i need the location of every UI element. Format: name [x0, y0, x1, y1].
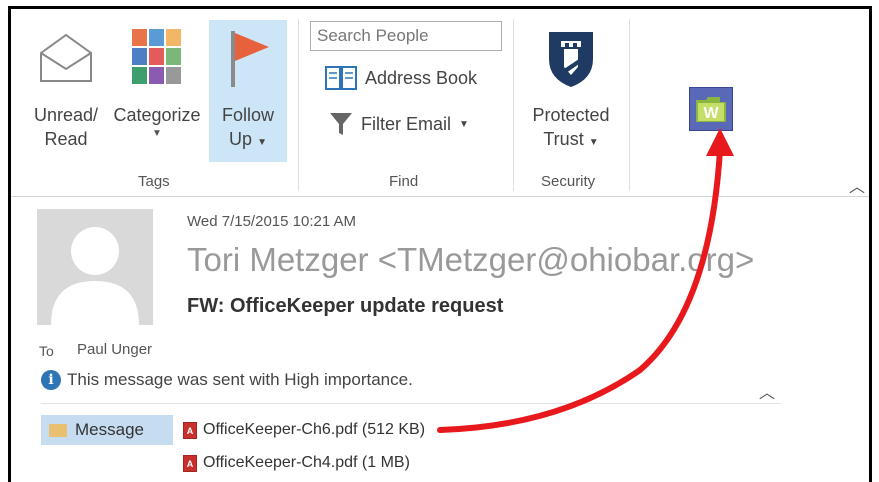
- shield-icon: [549, 32, 593, 87]
- ribbon-collapse-icon[interactable]: ︿: [849, 173, 865, 197]
- header-collapse-icon[interactable]: ︿: [759, 379, 775, 403]
- divider: [629, 19, 630, 191]
- outlook-window: Unread/ Read Categorize ▼ Follow Up ▼ Ta…: [8, 6, 872, 482]
- follow-up-button[interactable]: Follow Up ▼: [209, 29, 287, 155]
- message-tab[interactable]: Message: [41, 415, 173, 445]
- ribbon: Unread/ Read Categorize ▼ Follow Up ▼ Ta…: [11, 9, 869, 197]
- to-label: To: [39, 343, 54, 359]
- filter-email-label: Filter Email: [361, 113, 452, 134]
- message-subject: FW: OfficeKeeper update request: [187, 295, 504, 317]
- filter-email-button[interactable]: Filter Email ▼: [329, 111, 469, 137]
- divider: [41, 403, 781, 404]
- envelope-icon: [49, 423, 67, 437]
- svg-text:W: W: [703, 105, 719, 122]
- attachment-item[interactable]: A OfficeKeeper-Ch4.pdf (1 MB): [183, 454, 410, 472]
- protected-trust-label-1: Protected: [532, 105, 610, 125]
- w-addin-icon[interactable]: W: [689, 87, 733, 131]
- person-silhouette-icon: [51, 227, 139, 325]
- avatar: [37, 209, 153, 325]
- attachment-name: OfficeKeeper-Ch6.pdf (512 KB): [203, 421, 426, 438]
- protected-trust-button[interactable]: Protected Trust ▼: [521, 29, 621, 155]
- attachment-item[interactable]: A OfficeKeeper-Ch6.pdf (512 KB): [183, 421, 425, 439]
- unread-read-label-1: Unread/: [33, 105, 99, 125]
- group-label-tags: Tags: [138, 173, 170, 190]
- chevron-down-icon: ▼: [588, 137, 599, 148]
- protected-trust-label-2: Trust ▼: [521, 127, 621, 155]
- recipient-name[interactable]: Paul Unger: [77, 341, 152, 358]
- unread-read-button[interactable]: Unread/ Read: [29, 29, 103, 151]
- unread-read-label-2: Read: [44, 129, 88, 149]
- follow-up-label-2: Up ▼: [209, 127, 287, 155]
- attachment-name: OfficeKeeper-Ch4.pdf (1 MB): [203, 454, 410, 471]
- flag-icon: [231, 31, 269, 87]
- envelope-open-icon: [40, 33, 92, 82]
- pdf-icon: A: [183, 421, 197, 439]
- address-book-button[interactable]: Address Book: [325, 65, 477, 91]
- importance-notice: i This message was sent with High import…: [41, 370, 413, 390]
- message-tab-label: Message: [75, 420, 144, 439]
- follow-up-text: Up: [229, 129, 253, 149]
- group-label-find: Find: [389, 173, 419, 190]
- categorize-label: Categorize: [113, 105, 201, 125]
- address-book-icon: [325, 66, 357, 90]
- group-label-security: Security: [541, 173, 596, 190]
- follow-up-label-1: Follow: [221, 105, 274, 125]
- chevron-down-icon: ▼: [257, 137, 267, 148]
- reading-pane: Wed 7/15/2015 10:21 AM Tori Metzger <TMe…: [11, 197, 869, 482]
- address-book-label: Address Book: [365, 67, 478, 88]
- search-people-input[interactable]: Search People: [310, 21, 502, 51]
- message-date: Wed 7/15/2015 10:21 AM: [187, 213, 357, 230]
- protected-trust-text: Trust: [543, 129, 584, 149]
- filter-funnel-icon: [330, 113, 352, 135]
- importance-text: This message was sent with High importan…: [67, 370, 413, 389]
- chevron-down-icon: ▼: [152, 128, 162, 139]
- sender-name[interactable]: Tori Metzger <TMetzger@ohiobar.org>: [187, 241, 757, 279]
- info-icon: i: [41, 370, 61, 390]
- folder-w-icon: W: [696, 97, 726, 122]
- categorize-button[interactable]: Categorize ▼: [107, 29, 207, 141]
- divider: [298, 19, 299, 191]
- pdf-icon: A: [183, 454, 197, 472]
- divider: [513, 19, 514, 191]
- chevron-down-icon: ▼: [459, 118, 469, 130]
- categorize-grid-icon: [132, 29, 181, 84]
